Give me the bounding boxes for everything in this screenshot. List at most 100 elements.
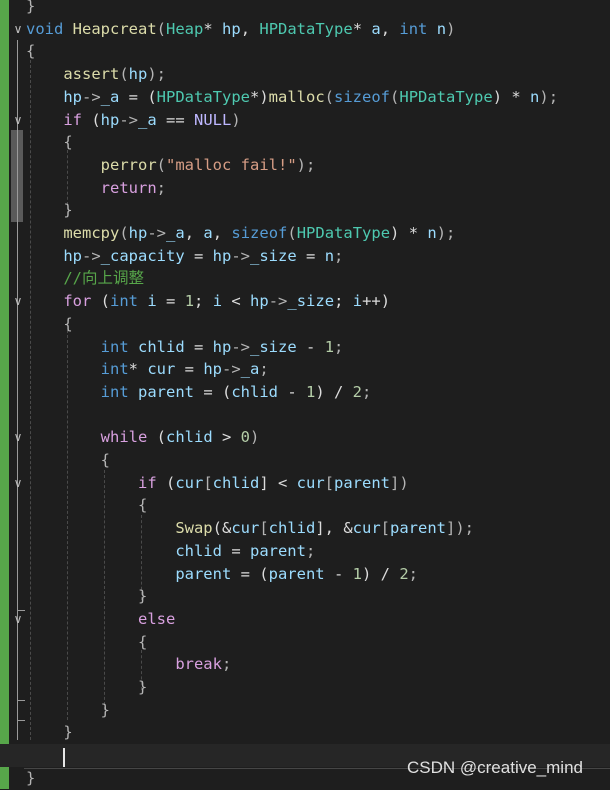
code-token: hp [212, 246, 232, 265]
code-token: , [380, 19, 400, 38]
code-token: * [203, 19, 223, 38]
code-text: if (hp->_a == NULL) [26, 109, 240, 132]
code-token: } [26, 768, 36, 787]
code-text: Swap(&cur[chlid], &cur[parent]); [26, 517, 474, 540]
code-token: 1 [184, 292, 195, 311]
code-text: memcpy(hp->_a, a, sizeof(HPDataType) * n… [26, 222, 455, 245]
code-token: = [184, 337, 213, 356]
code-line[interactable]: parent = (parent - 1) / 2; [0, 563, 610, 586]
code-token: } [26, 723, 73, 742]
code-line[interactable]: int parent = (chlid - 1) / 2; [0, 381, 610, 404]
code-token: sizeof [231, 224, 288, 242]
code-token: [ [324, 473, 335, 492]
code-line[interactable]: ∨ if (cur[chlid] < cur[parent]) [0, 472, 610, 495]
code-line[interactable]: chlid = parent; [0, 540, 610, 563]
code-line[interactable]: { [0, 494, 610, 517]
code-line[interactable]: perror("malloc fail!"); [0, 154, 610, 177]
code-token: ], & [315, 519, 353, 538]
code-token: -> [222, 360, 241, 379]
code-line[interactable]: } [0, 0, 610, 18]
code-line[interactable]: int* cur = hp->_a; [0, 358, 610, 381]
chevron-down-icon[interactable]: ∨ [11, 474, 25, 492]
code-line[interactable]: } [0, 199, 610, 222]
code-token: ); [539, 87, 559, 106]
code-token: parent [175, 564, 232, 583]
code-token: ]) [390, 473, 409, 492]
code-line[interactable]: break; [0, 653, 610, 676]
code-line[interactable]: memcpy(hp->_a, a, sizeof(HPDataType) * n… [0, 222, 610, 245]
code-token: ( [390, 87, 400, 106]
code-text: break; [26, 653, 231, 676]
text-cursor [63, 748, 65, 767]
code-token: _a [166, 224, 185, 242]
code-line[interactable]: return; [0, 177, 610, 200]
code-text: for (int i = 1; i < hp->_size; i++) [26, 290, 390, 313]
code-token: = [175, 360, 204, 379]
code-line[interactable]: ∨ for (int i = 1; i < hp->_size; i++) [0, 290, 610, 313]
code-text: } [26, 676, 147, 699]
code-token: _size [250, 246, 297, 265]
code-editor[interactable]: } ∨ void Heapcreat(Heap* hp, HPDataType* a… [0, 0, 610, 789]
code-line[interactable]: hp->_a = (HPDataType*)malloc(sizeof(HPDa… [0, 86, 610, 109]
code-token: _a [100, 87, 120, 106]
code-token: HPDataType [259, 19, 353, 38]
code-token: = ( [231, 564, 269, 583]
code-line[interactable]: { [0, 131, 610, 154]
code-token: parent [249, 541, 306, 560]
code-text: } [26, 721, 73, 744]
code-line[interactable]: ∨ else [0, 608, 610, 631]
chevron-down-icon[interactable]: ∨ [11, 20, 25, 38]
chevron-down-icon[interactable]: ∨ [11, 428, 25, 446]
code-token: n [436, 19, 447, 38]
code-token: n [427, 224, 437, 242]
code-line[interactable]: ∨ void Heapcreat(Heap* hp, HPDataType* a,… [0, 18, 610, 41]
code-line[interactable]: { [0, 449, 610, 472]
code-line[interactable]: hp->_capacity = hp->_size = n; [0, 245, 610, 268]
code-token: parent [390, 519, 446, 538]
code-token: ); [436, 224, 456, 242]
code-token: while [100, 428, 148, 447]
code-token: -> [82, 87, 101, 106]
code-line[interactable]: } [0, 699, 610, 722]
code-line[interactable]: ∨ while (chlid > 0) [0, 426, 610, 449]
code-line[interactable]: assert(hp); [0, 63, 610, 86]
code-token: 0 [240, 428, 251, 447]
chevron-down-icon[interactable]: ∨ [11, 610, 25, 628]
code-line[interactable]: { [0, 313, 610, 336]
code-line[interactable] [0, 404, 610, 427]
code-token: memcpy [63, 224, 120, 242]
code-token: malloc [268, 87, 325, 106]
code-token: i [212, 292, 223, 311]
code-text: } [26, 699, 110, 722]
code-token: , [240, 19, 260, 38]
code-token: parent [334, 473, 391, 492]
code-token: sizeof [334, 87, 391, 106]
code-line[interactable]: } [0, 721, 610, 744]
code-line[interactable]: } [0, 676, 610, 699]
code-line[interactable]: //向上调整 [0, 267, 610, 290]
code-line[interactable]: ∨ if (hp->_a == NULL) [0, 109, 610, 132]
code-line[interactable]: } [0, 585, 610, 608]
code-token: ( [119, 65, 129, 84]
code-text: { [26, 631, 147, 654]
code-token: -> [231, 246, 251, 265]
code-token: ( [156, 19, 167, 38]
code-token: ) [250, 428, 260, 447]
code-token: assert [63, 65, 120, 84]
code-line[interactable]: int chlid = hp->_size - 1; [0, 336, 610, 359]
code-token: ( [91, 292, 110, 311]
code-line[interactable]: { [0, 631, 610, 654]
chevron-down-icon[interactable]: ∨ [11, 111, 25, 129]
code-line[interactable]: Swap(&cur[chlid], &cur[parent]); [0, 517, 610, 540]
code-token: cur [147, 360, 176, 379]
code-line[interactable]: { [0, 40, 610, 63]
chevron-down-icon[interactable]: ∨ [11, 292, 25, 310]
